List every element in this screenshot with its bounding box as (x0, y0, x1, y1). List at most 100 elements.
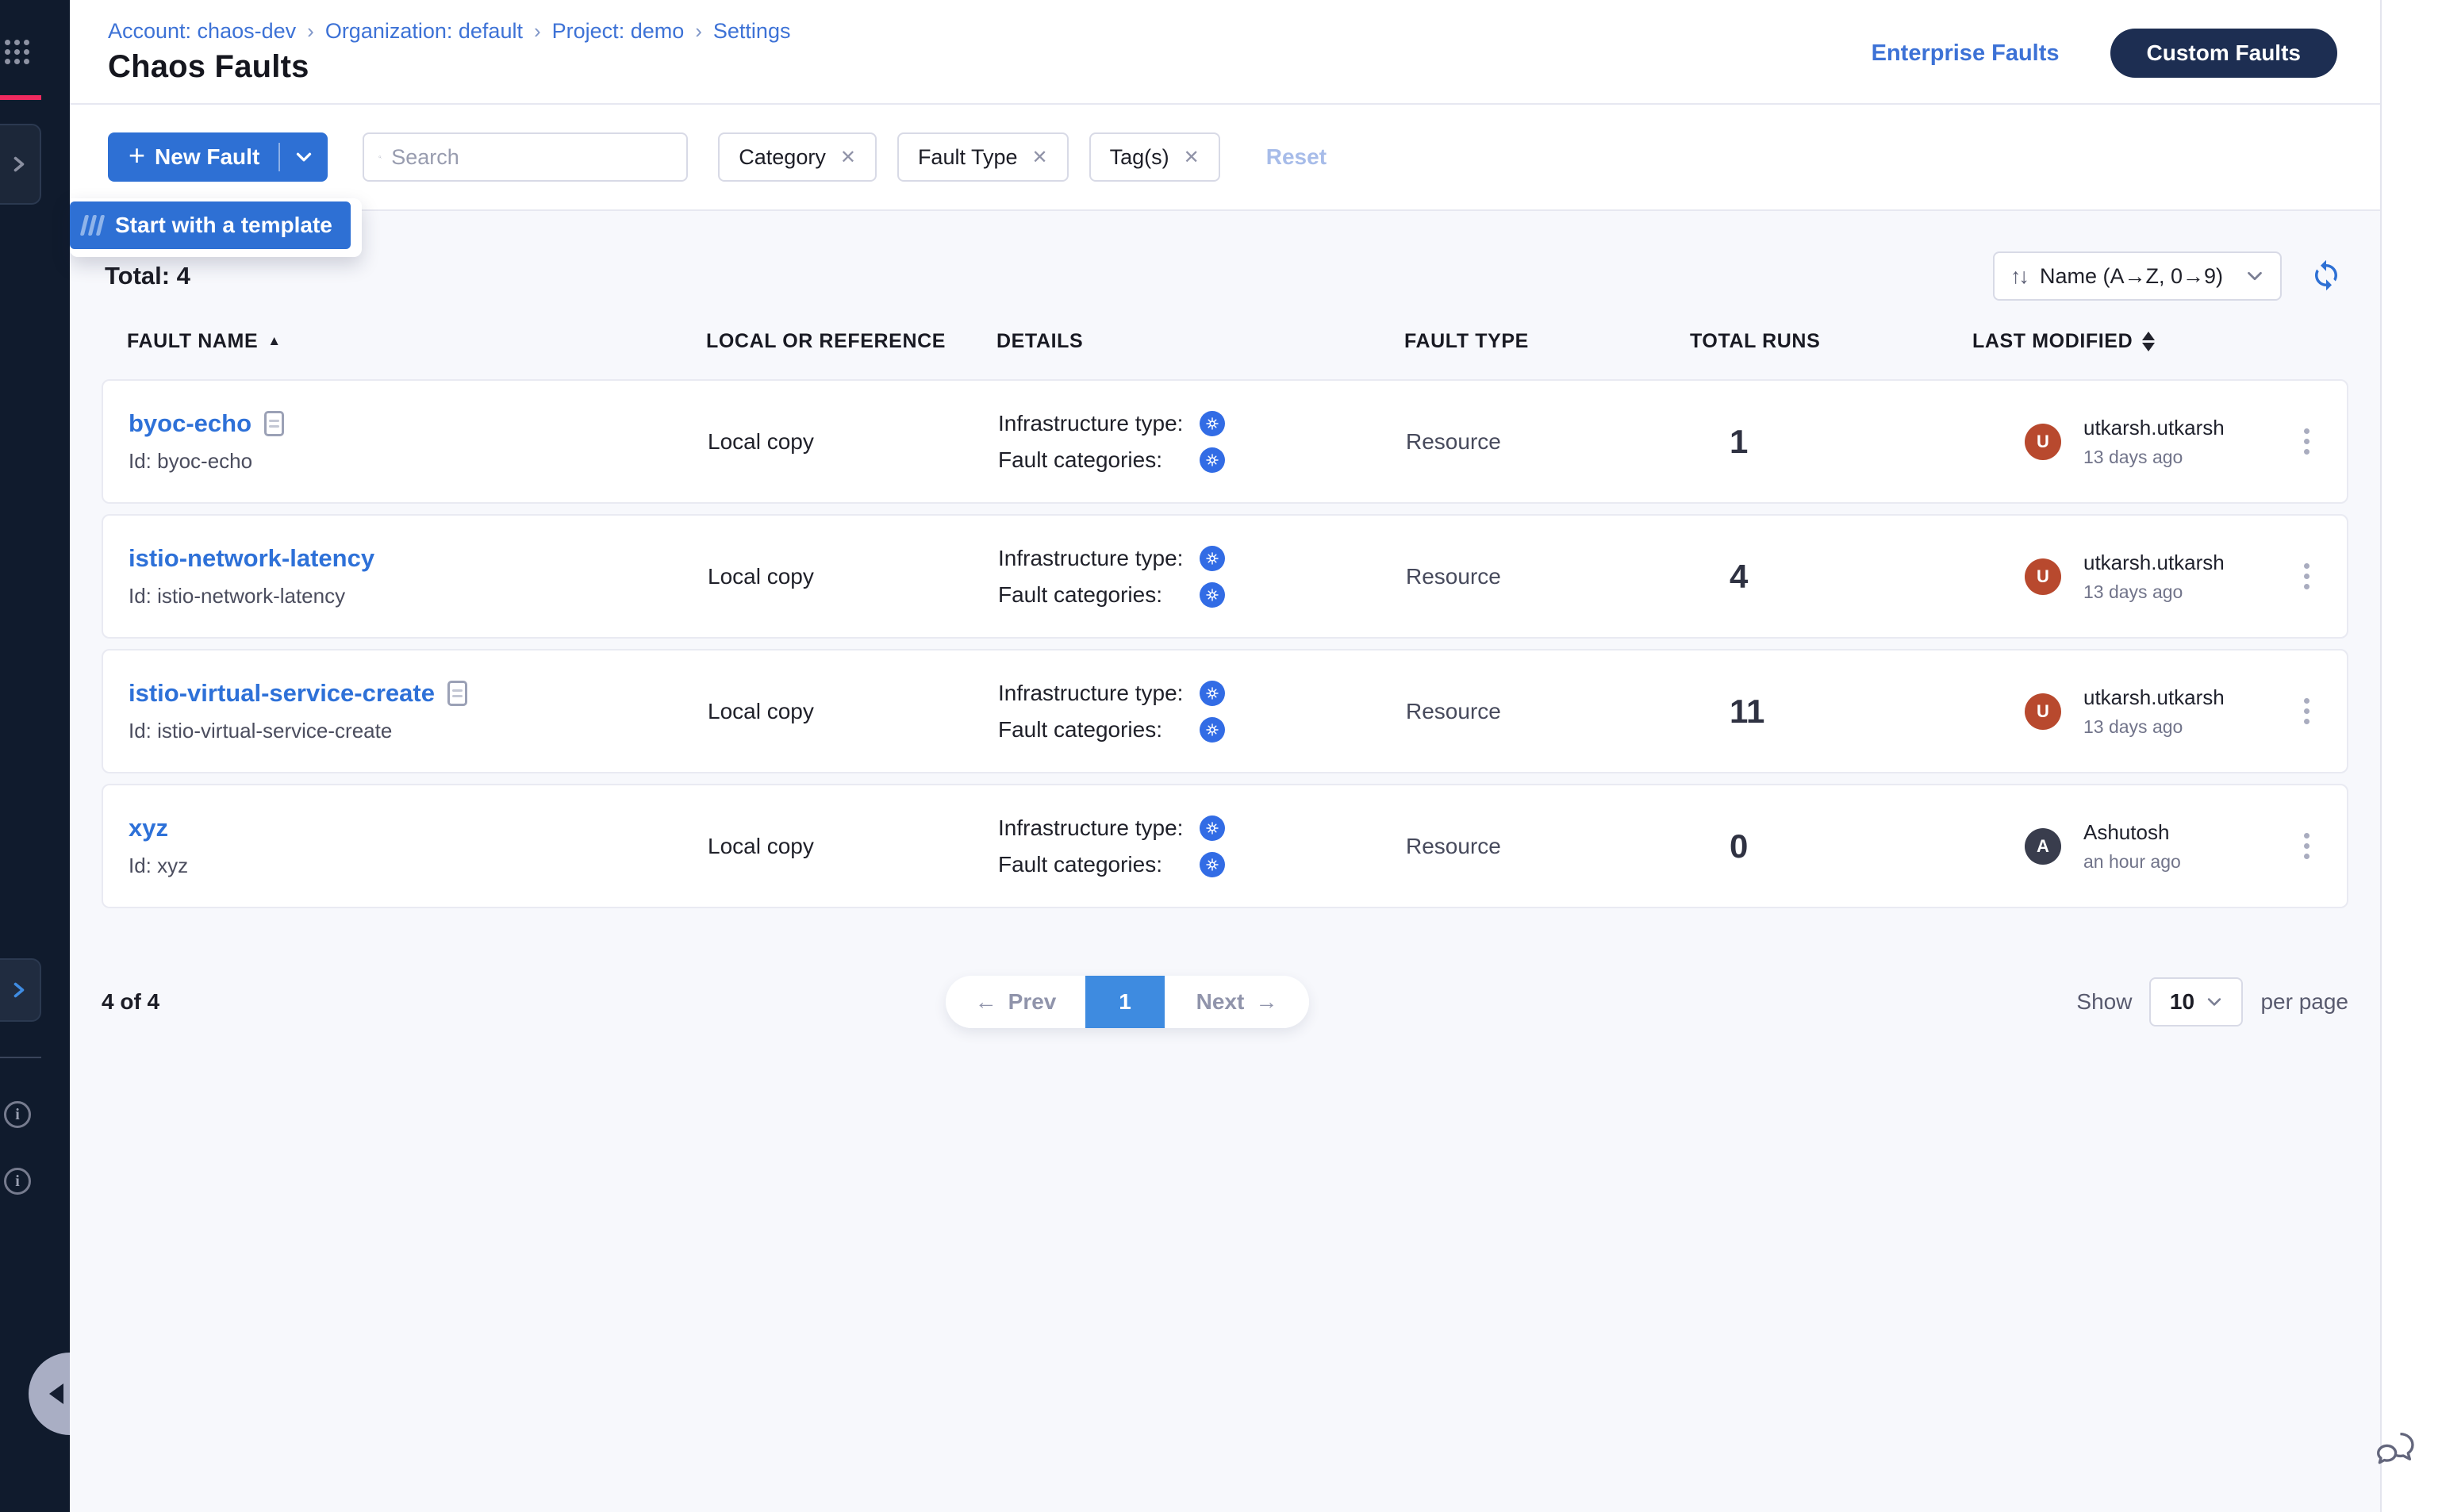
page-1-button[interactable]: 1 (1085, 976, 1165, 1028)
chevron-down-icon (2206, 993, 2223, 1011)
refresh-button[interactable] (2309, 259, 2344, 294)
chevron-down-icon (2245, 267, 2264, 286)
avatar: A (2025, 828, 2061, 865)
row-menu-kebab[interactable] (2296, 825, 2317, 867)
custom-faults-button[interactable]: Custom Faults (2110, 29, 2337, 78)
pagination: 4 of 4 ← Prev 1 Next → Show 10 per page (102, 976, 2348, 1028)
kubernetes-icon (1200, 447, 1225, 473)
filter-chip-tags[interactable]: Tag(s) ✕ (1089, 132, 1220, 182)
fault-name-link[interactable]: xyz (129, 814, 168, 842)
breadcrumb-account[interactable]: Account: chaos-dev (108, 19, 296, 44)
total-runs: 11 (1691, 693, 1974, 731)
close-icon[interactable]: ✕ (1184, 146, 1200, 169)
close-icon[interactable]: ✕ (840, 146, 856, 169)
modified-by: utkarsh.utkarsh (2083, 551, 2225, 575)
kubernetes-icon (1200, 546, 1225, 571)
column-fault-type: FAULT TYPE (1404, 330, 1690, 353)
chevron-right-icon (10, 980, 29, 1000)
enterprise-faults-link[interactable]: Enterprise Faults (1872, 40, 2060, 67)
right-rail (2380, 0, 2442, 1512)
fault-type: Resource (1406, 564, 1691, 589)
avatar: U (2025, 693, 2061, 730)
row-menu-kebab[interactable] (2296, 690, 2317, 732)
table-row: byoc-echo Id: byoc-echo Local copy Infra… (102, 379, 2348, 504)
menu-item-start-with-template[interactable]: Start with a template (70, 201, 351, 249)
total-runs: 4 (1691, 558, 1974, 596)
modified-by: utkarsh.utkarsh (2083, 416, 2225, 440)
search-icon (378, 145, 382, 169)
summary-row: Total: 4 ↑↓ Name (A→Z, 0→9) (105, 251, 2344, 301)
per-page-label: per page (2260, 989, 2348, 1015)
show-label: Show (2076, 989, 2132, 1015)
document-icon (447, 681, 467, 706)
prev-page-button[interactable]: ← Prev (946, 976, 1085, 1028)
local-or-reference: Local copy (708, 564, 998, 589)
fault-id: Id: xyz (129, 854, 708, 878)
kubernetes-icon (1200, 582, 1225, 608)
fault-type: Resource (1406, 699, 1691, 724)
header-actions: Enterprise Faults Custom Faults (1872, 29, 2337, 78)
search-input[interactable] (391, 145, 672, 170)
modified-time: 13 days ago (2083, 447, 2225, 468)
kubernetes-icon (1200, 717, 1225, 743)
fault-name-link[interactable]: istio-virtual-service-create (129, 679, 435, 708)
sidebar-collapse-handle[interactable] (29, 1353, 70, 1435)
arrow-left-icon: ← (975, 989, 997, 1015)
next-page-button[interactable]: Next → (1165, 976, 1309, 1028)
column-total-runs: TOTAL RUNS (1690, 330, 1972, 353)
column-details: DETAILS (996, 330, 1404, 353)
fault-id: Id: istio-network-latency (129, 584, 708, 608)
row-menu-kebab[interactable] (2296, 420, 2317, 462)
table-row: istio-network-latency Id: istio-network-… (102, 514, 2348, 639)
total-runs: 0 (1691, 827, 1974, 865)
new-fault-button[interactable]: + New Fault (108, 132, 328, 182)
nav-expand-panel[interactable] (0, 124, 41, 205)
sort-group: ↑↓ Name (A→Z, 0→9) (1993, 251, 2344, 301)
reset-filters-link[interactable]: Reset (1266, 144, 1327, 170)
kubernetes-icon (1200, 852, 1225, 877)
filter-chip-fault-type[interactable]: Fault Type ✕ (897, 132, 1069, 182)
sort-asc-icon: ▲ (267, 333, 281, 349)
kubernetes-icon (1200, 815, 1225, 841)
fault-name-link[interactable]: byoc-echo (129, 409, 251, 438)
page-size-select[interactable]: 10 (2149, 977, 2243, 1027)
breadcrumb-settings[interactable]: Settings (713, 19, 791, 44)
sort-select[interactable]: ↑↓ Name (A→Z, 0→9) (1993, 251, 2282, 301)
info-icon[interactable]: i (4, 1168, 31, 1195)
filter-chip-category[interactable]: Category ✕ (718, 132, 877, 182)
breadcrumb-organization[interactable]: Organization: default (325, 19, 523, 44)
nav-expand-button[interactable] (0, 958, 41, 1022)
table-row: istio-virtual-service-create Id: istio-v… (102, 649, 2348, 773)
row-menu-kebab[interactable] (2296, 555, 2317, 597)
avatar: U (2025, 424, 2061, 460)
modified-time: 13 days ago (2083, 581, 2225, 603)
kubernetes-icon (1200, 681, 1225, 706)
main-content: Total: 4 ↑↓ Name (A→Z, 0→9) FAULT NAME ▲… (70, 211, 2380, 1512)
chevron-separator-icon: › (695, 19, 702, 44)
column-fault-name[interactable]: FAULT NAME ▲ (127, 330, 706, 353)
breadcrumb: Account: chaos-dev › Organization: defau… (108, 19, 790, 44)
refresh-icon (2310, 259, 2343, 292)
sidebar-divider (0, 1057, 41, 1058)
new-fault-label: New Fault (155, 144, 259, 170)
column-last-modified[interactable]: LAST MODIFIED (1972, 330, 2298, 353)
total-count: Total: 4 (105, 262, 190, 290)
chevron-down-icon[interactable] (294, 148, 313, 167)
total-runs: 1 (1691, 423, 1974, 461)
kubernetes-icon (1200, 411, 1225, 436)
modified-by: utkarsh.utkarsh (2083, 685, 2225, 710)
fault-name-link[interactable]: istio-network-latency (129, 544, 374, 573)
chat-bubbles-icon[interactable] (2371, 1425, 2420, 1474)
fault-type: Resource (1406, 429, 1691, 455)
breadcrumb-project[interactable]: Project: demo (552, 19, 685, 44)
app-grid-icon[interactable] (5, 40, 29, 64)
chevron-separator-icon: › (534, 19, 541, 44)
chevron-separator-icon: › (307, 19, 314, 44)
modified-by: Ashutosh (2083, 820, 2181, 845)
info-icon[interactable]: i (4, 1101, 31, 1128)
page-header: Account: chaos-dev › Organization: defau… (70, 0, 2380, 105)
avatar: U (2025, 558, 2061, 595)
left-nav-sidebar: i i (0, 0, 70, 1512)
table-header: FAULT NAME ▲ LOCAL OR REFERENCE DETAILS … (102, 327, 2348, 355)
close-icon[interactable]: ✕ (1032, 146, 1048, 169)
